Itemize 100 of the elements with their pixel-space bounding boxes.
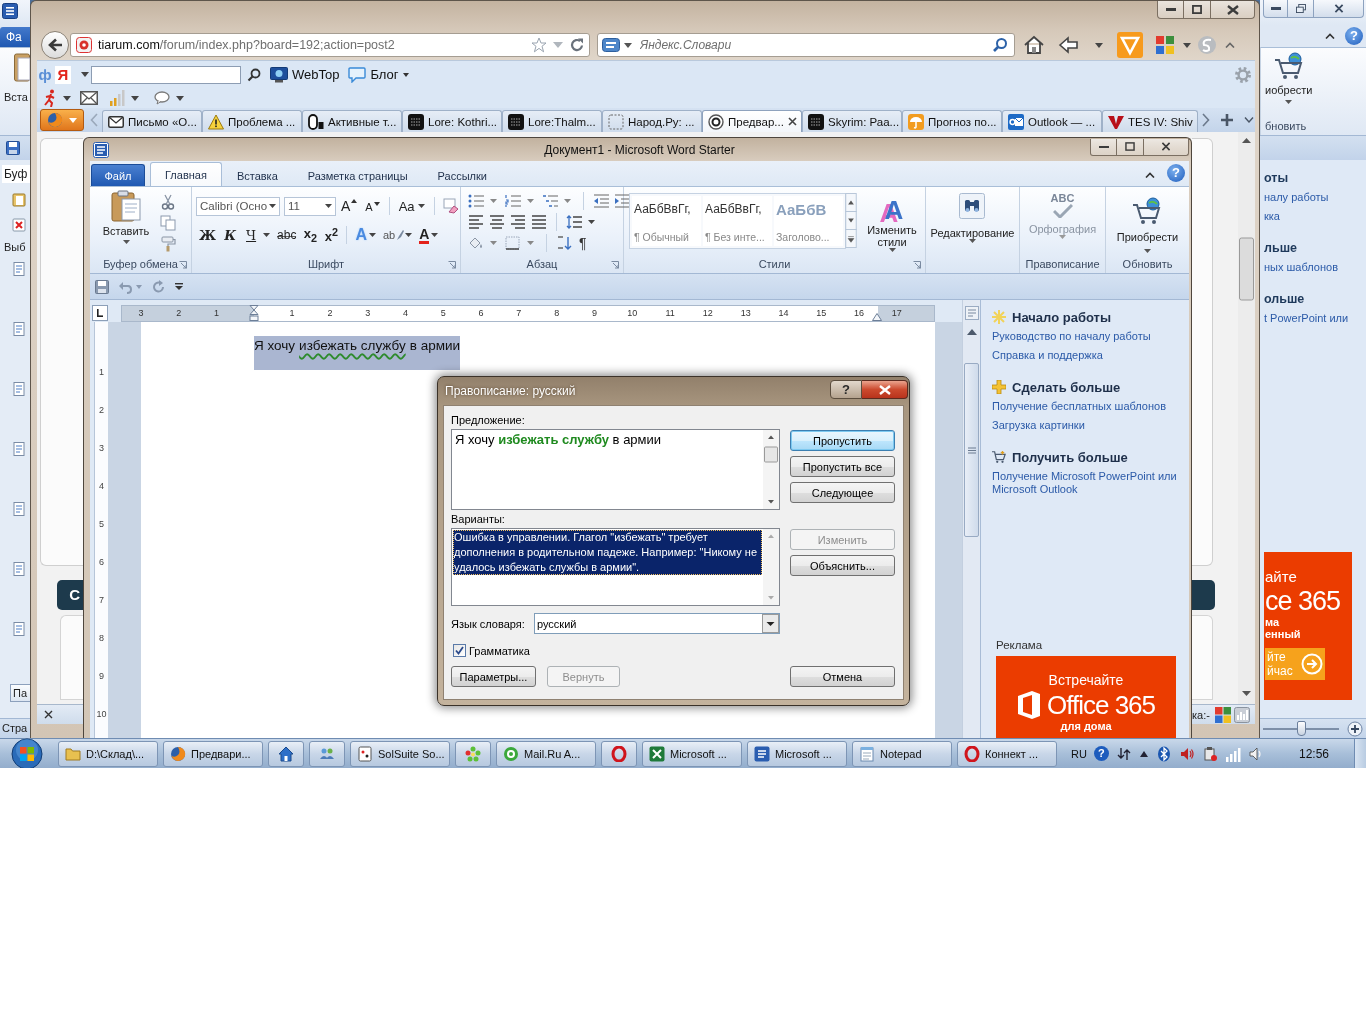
browser-tab[interactable]: TES IV: Shiv bbox=[1102, 110, 1198, 132]
format-button[interactable]: Ч bbox=[241, 225, 262, 245]
file-tab[interactable]: Файл bbox=[91, 164, 145, 186]
checkbox[interactable] bbox=[453, 644, 466, 657]
taskbar-button[interactable]: Microsoft ... bbox=[642, 740, 742, 767]
reload-icon[interactable] bbox=[569, 37, 585, 53]
document-icon[interactable] bbox=[12, 262, 26, 276]
minimize-button[interactable] bbox=[1263, 0, 1288, 18]
x-box-icon[interactable] bbox=[12, 218, 26, 232]
taskbar-button[interactable] bbox=[601, 740, 637, 767]
highlight-button[interactable]: ab bbox=[380, 225, 416, 245]
taskbar-button[interactable]: Microsoft ... bbox=[747, 740, 847, 767]
restore-button[interactable] bbox=[1288, 0, 1314, 18]
ribbon-tab[interactable]: Рассылки bbox=[422, 164, 502, 186]
language-indicator[interactable]: RU bbox=[1071, 747, 1087, 760]
browser-tab[interactable]: Lore: Kothri... bbox=[402, 110, 502, 132]
zoom-in-icon[interactable] bbox=[1347, 720, 1363, 737]
format-button[interactable]: x$_{2}$ bbox=[300, 225, 321, 245]
pane-link[interactable]: ных шаблонов bbox=[1264, 258, 1338, 277]
save-icon[interactable] bbox=[6, 141, 20, 155]
triangle-tile-icon[interactable] bbox=[1117, 32, 1143, 58]
format-button[interactable]: Ж bbox=[196, 225, 220, 245]
close-button[interactable] bbox=[862, 380, 908, 399]
close-button[interactable] bbox=[1314, 0, 1364, 18]
brush-icon[interactable] bbox=[160, 236, 176, 252]
document-icon[interactable] bbox=[12, 322, 26, 336]
browser-tab[interactable]: Письмо «О... bbox=[102, 110, 202, 132]
color-grid-icon[interactable] bbox=[1214, 706, 1231, 723]
document-icon[interactable] bbox=[12, 502, 26, 516]
caret-icon[interactable] bbox=[1243, 117, 1254, 123]
browser-tab[interactable]: Прогноз по... bbox=[902, 110, 1002, 132]
style-option[interactable]: АаБбВвГг, ¶ Обычный bbox=[632, 196, 701, 246]
search-icon[interactable] bbox=[247, 67, 261, 82]
launcher-icon[interactable] bbox=[611, 261, 619, 269]
volume-icon[interactable] bbox=[1247, 745, 1264, 762]
close-icon[interactable] bbox=[788, 117, 797, 126]
clock[interactable]: 12:56 bbox=[1298, 746, 1329, 761]
pane-link[interactable]: Загрузка картинки bbox=[992, 416, 1085, 435]
document-icon[interactable] bbox=[12, 562, 26, 576]
note-icon[interactable] bbox=[12, 193, 26, 207]
outdent-icon[interactable] bbox=[593, 194, 609, 208]
back-button[interactable] bbox=[41, 31, 69, 59]
numbered-list-icon[interactable] bbox=[505, 194, 521, 208]
caret-icon[interactable] bbox=[63, 95, 71, 101]
dialog-button[interactable]: Следующее bbox=[790, 482, 895, 503]
dialog-button[interactable]: Параметры... bbox=[451, 666, 536, 687]
taskbar-button[interactable]: D:\Склад\... bbox=[58, 740, 158, 767]
help-button[interactable]: ? bbox=[1093, 746, 1109, 761]
browser-tab[interactable]: Проблема ... bbox=[202, 110, 302, 132]
search-field[interactable] bbox=[91, 65, 241, 84]
suggestion-item[interactable]: Ошибка в управлении. Глагол "избежать" требует дополнения в родительном падеже. Например: "Никому не удалось избежать службы в армии". bbox=[453, 530, 762, 575]
device-icon[interactable] bbox=[1201, 745, 1218, 762]
caret-icon[interactable] bbox=[131, 95, 139, 101]
scroll-up-icon[interactable] bbox=[845, 193, 857, 212]
sort-icon[interactable] bbox=[556, 236, 572, 250]
more-icon[interactable] bbox=[845, 229, 857, 248]
address-field[interactable]: tiarum.com/forum/index.php?board=192;action=post2 bbox=[70, 33, 590, 57]
bullet-list-icon[interactable] bbox=[468, 194, 484, 208]
ad-banner[interactable]: Встречайте Office 365 для дома bbox=[996, 656, 1176, 738]
close-button[interactable] bbox=[1144, 138, 1189, 156]
toolbar-button[interactable]: Блог bbox=[348, 66, 409, 83]
arrow-up-icon[interactable] bbox=[1138, 749, 1149, 758]
scrollbar[interactable] bbox=[763, 529, 779, 605]
chevron-right-icon[interactable] bbox=[1201, 113, 1210, 127]
toolbar-button[interactable]: Я bbox=[55, 65, 71, 84]
slider-thumb[interactable] bbox=[1297, 720, 1306, 736]
ruler-toggle-icon[interactable] bbox=[964, 306, 979, 320]
indent-icon[interactable] bbox=[614, 194, 630, 208]
pane-link[interactable]: кка bbox=[1264, 207, 1280, 226]
case-button[interactable]: Aa bbox=[395, 196, 428, 216]
browser-tab[interactable]: Народ.Ру: ... bbox=[602, 110, 702, 132]
change-styles-button[interactable]: A Изменить стили bbox=[861, 193, 923, 252]
collapse-icon[interactable] bbox=[1145, 172, 1155, 178]
paint-bucket-icon[interactable] bbox=[468, 236, 484, 250]
scroll-thumb[interactable] bbox=[964, 363, 979, 537]
suggestion-list[interactable]: Ошибка в управлении. Глагол "избежать" требует дополнения в родительном падеже. Например: "Никому не удалось избежать службы в армии". bbox=[451, 528, 780, 606]
ribbon-tab[interactable]: Вставка bbox=[221, 164, 293, 186]
shrink-font-button[interactable]: A bbox=[362, 196, 383, 216]
borders-icon[interactable] bbox=[505, 236, 521, 250]
caret-icon[interactable] bbox=[588, 220, 595, 224]
pane-link[interactable]: Руководство по началу работы bbox=[992, 327, 1151, 346]
caret-icon[interactable] bbox=[1095, 42, 1103, 48]
taskbar-button[interactable]: SolSuite So... bbox=[350, 740, 450, 767]
paste-button[interactable]: Вставить bbox=[98, 187, 154, 257]
editing-button[interactable]: Редактирование bbox=[928, 190, 1017, 257]
new-tab-icon[interactable] bbox=[1219, 113, 1234, 127]
document-icon[interactable] bbox=[12, 442, 26, 456]
menu-button[interactable] bbox=[40, 109, 84, 131]
speech-bubble-icon[interactable] bbox=[154, 91, 170, 105]
purchase-button[interactable]: иобрести bbox=[1265, 52, 1313, 104]
home-icon[interactable] bbox=[1023, 35, 1045, 55]
close-button[interactable] bbox=[1211, 1, 1255, 19]
ribbon-tab[interactable]: Главная bbox=[150, 162, 222, 186]
purchase-button[interactable]: Приобрести bbox=[1114, 190, 1181, 257]
caret-icon[interactable] bbox=[263, 233, 271, 237]
search-icon[interactable] bbox=[992, 37, 1008, 53]
caret-icon[interactable] bbox=[176, 95, 184, 101]
justify-icon[interactable] bbox=[531, 215, 547, 229]
language-dropdown[interactable]: русский bbox=[534, 613, 780, 634]
font-color-button[interactable]: A bbox=[416, 225, 442, 245]
